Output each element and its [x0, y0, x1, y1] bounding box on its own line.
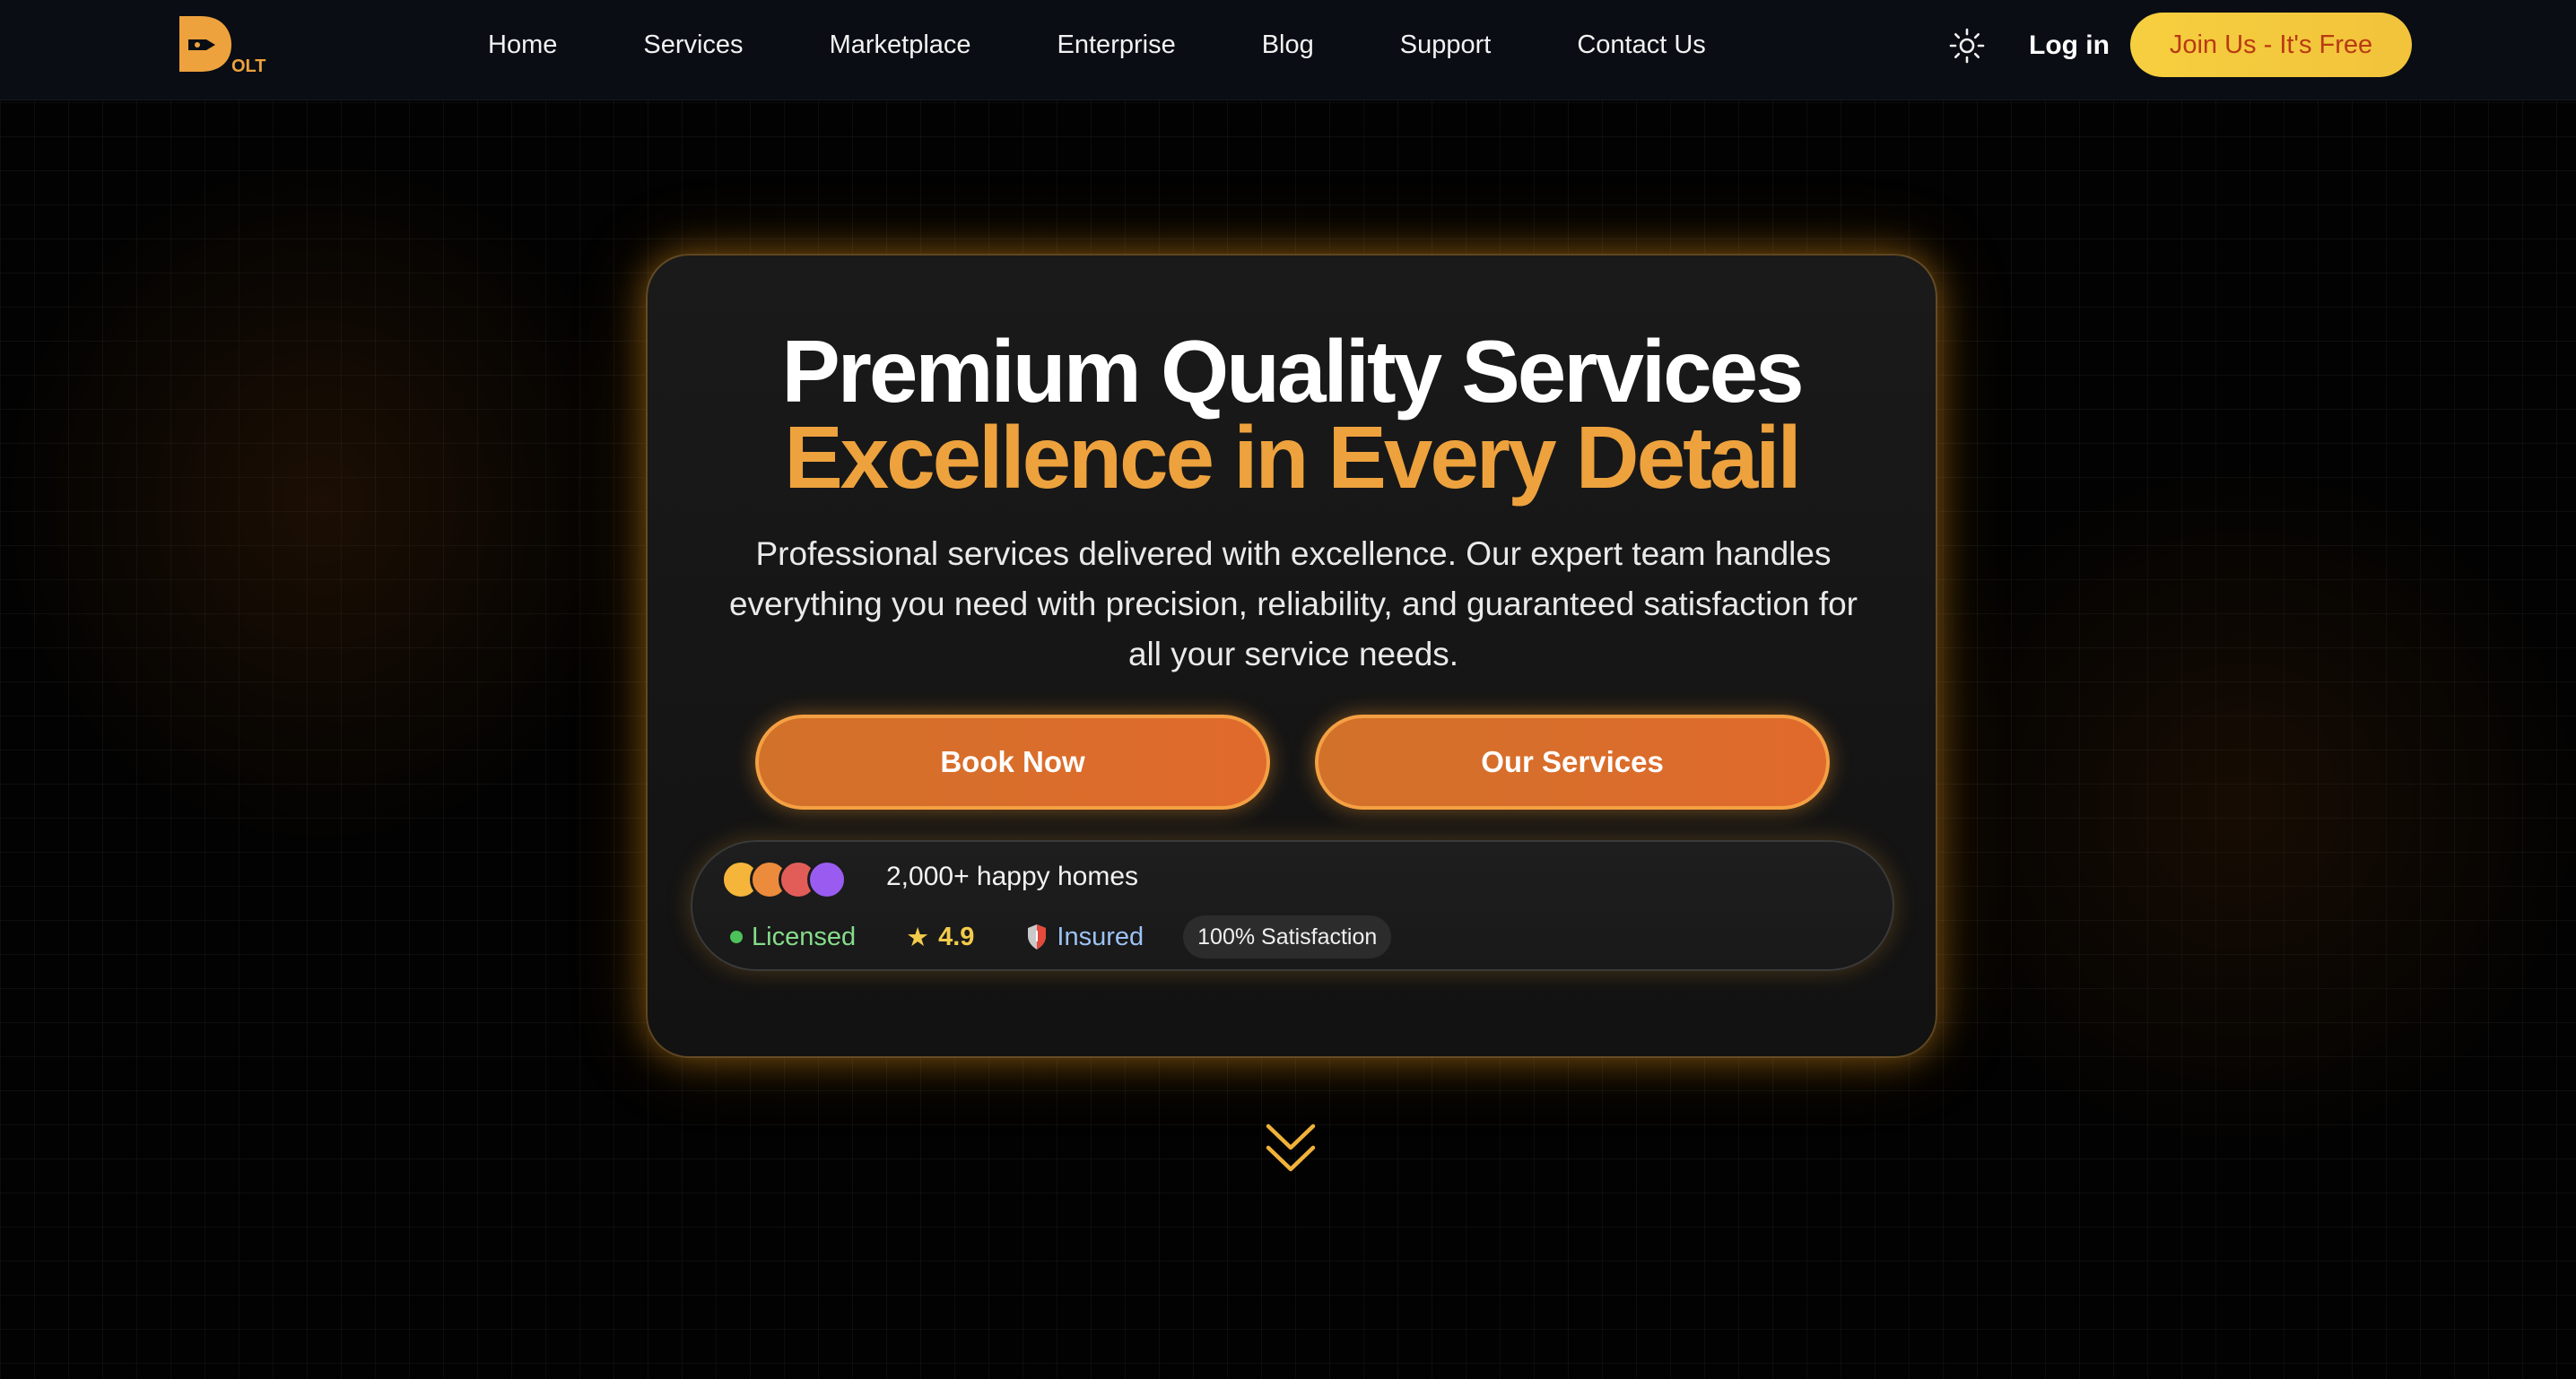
trust-bar: 2,000+ happy homes Licensed ★ 4.9 Insure…: [691, 840, 1894, 971]
status-dot-icon: [730, 931, 743, 943]
logo[interactable]: OLT: [176, 13, 271, 76]
nav-blog[interactable]: Blog: [1219, 30, 1357, 60]
happy-homes-count: 2,000+ happy homes: [886, 862, 1139, 891]
shield-icon: [1028, 924, 1047, 950]
licensed-label: Licensed: [752, 922, 857, 951]
rating-badge: ★ 4.9: [906, 922, 974, 953]
join-us-button[interactable]: Join Us - It's Free: [2130, 13, 2412, 77]
nav-contact-us[interactable]: Contact Us: [1534, 30, 1748, 60]
hero-title: Premium Quality Services: [781, 322, 1804, 421]
trust-badges: Licensed ★ 4.9 Insured 100% Satisfaction: [730, 915, 1392, 958]
scroll-down-button[interactable]: [1265, 1121, 1317, 1176]
sun-icon: [1949, 28, 1985, 64]
nav-links: Home Services Marketplace Enterprise Blo…: [475, 0, 1749, 90]
licensed-badge: Licensed: [730, 923, 856, 952]
insured-label: Insured: [1057, 922, 1144, 951]
dolt-logo-icon: OLT: [179, 16, 266, 76]
nav-services[interactable]: Services: [600, 30, 786, 60]
book-now-button[interactable]: Book Now: [755, 715, 1270, 810]
satisfaction-badge: 100% Satisfaction: [1183, 915, 1392, 958]
theme-toggle-button[interactable]: [1948, 27, 1986, 65]
hero-description: Professional services delivered with exc…: [728, 535, 1858, 672]
login-link[interactable]: Log in: [2029, 27, 2110, 65]
svg-text:OLT: OLT: [231, 56, 266, 75]
rating-value: 4.9: [938, 922, 975, 951]
our-services-button[interactable]: Our Services: [1315, 715, 1830, 810]
nav-support[interactable]: Support: [1357, 30, 1535, 60]
insured-badge: Insured: [1026, 923, 1144, 952]
star-icon: ★: [906, 923, 930, 952]
double-chevron-down-icon: [1266, 1123, 1316, 1172]
avatar: [807, 860, 847, 899]
hero-subtitle: Excellence in Every Detail: [784, 408, 1801, 507]
navbar: OLT Home Services Marketplace Enterprise…: [0, 0, 2576, 100]
nav-marketplace[interactable]: Marketplace: [787, 30, 1014, 60]
nav-home[interactable]: Home: [475, 30, 600, 60]
nav-enterprise[interactable]: Enterprise: [1014, 30, 1219, 60]
hero-card: Premium Quality Services Excellence in E…: [646, 254, 1937, 1058]
